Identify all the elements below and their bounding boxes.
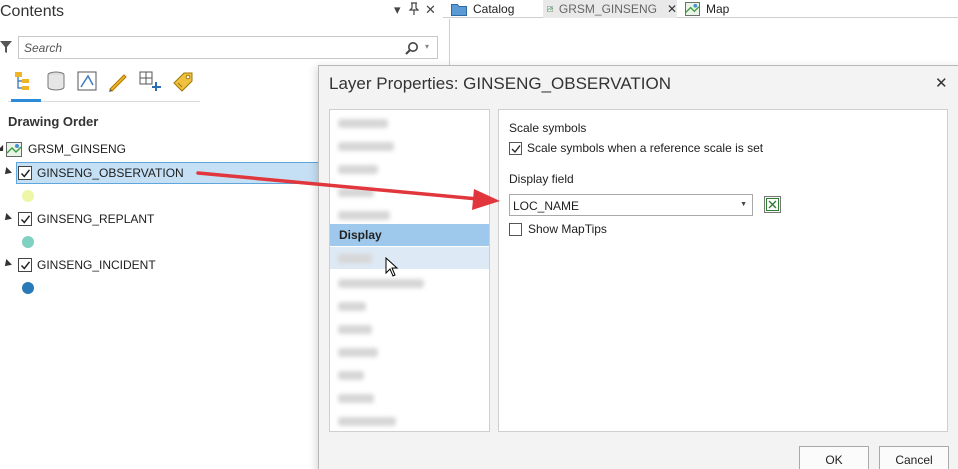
nav-item[interactable] bbox=[330, 341, 489, 363]
close-tab-icon[interactable]: ✕ bbox=[667, 2, 677, 16]
close-pane-icon[interactable]: ✕ bbox=[425, 2, 436, 18]
layer-expander-icon[interactable] bbox=[2, 259, 12, 269]
ok-button[interactable]: OK bbox=[799, 446, 869, 469]
layer-visibility-checkbox[interactable] bbox=[18, 166, 32, 180]
nav-item[interactable] bbox=[330, 364, 489, 386]
tab-label: Catalog bbox=[473, 2, 515, 16]
list-by-selection-icon[interactable] bbox=[74, 68, 100, 94]
chevron-down-icon[interactable]: ▼ bbox=[740, 201, 747, 208]
nav-item[interactable] bbox=[330, 135, 489, 157]
list-by-snapping-icon[interactable] bbox=[137, 68, 163, 94]
mouse-cursor-icon bbox=[385, 257, 399, 277]
map-node[interactable]: ◢ GRSM_GINSENG bbox=[0, 140, 126, 158]
map-icon bbox=[547, 6, 553, 12]
layer-name: GINSENG_INCIDENT bbox=[37, 258, 156, 272]
search-input[interactable] bbox=[24, 40, 394, 56]
layer-name: GINSENG_OBSERVATION bbox=[37, 166, 184, 180]
tab-map[interactable]: Map bbox=[685, 0, 745, 18]
view-tab-bar: Catalog GRSM_GINSENG ✕ Map bbox=[443, 0, 958, 18]
show-maptips-option[interactable]: Show MapTips bbox=[509, 222, 607, 236]
layer-properties-dialog: Layer Properties: GINSENG_OBSERVATION ✕ … bbox=[318, 65, 958, 469]
map-expander-icon[interactable]: ◢ bbox=[0, 143, 3, 152]
nav-item[interactable] bbox=[330, 387, 489, 409]
scale-symbols-label: Scale symbols when a reference scale is … bbox=[527, 141, 764, 155]
catalog-icon bbox=[451, 3, 467, 16]
layer-ginseng-incident[interactable]: GINSENG_INCIDENT bbox=[0, 254, 200, 276]
search-box[interactable]: ▾ bbox=[18, 36, 438, 59]
nav-item[interactable] bbox=[330, 318, 489, 340]
display-field-select[interactable]: LOC_NAME ▼ bbox=[509, 194, 753, 216]
layer-visibility-checkbox[interactable] bbox=[18, 212, 32, 226]
display-field-heading: Display field bbox=[509, 172, 574, 186]
search-icon[interactable] bbox=[405, 41, 419, 55]
point-symbol[interactable] bbox=[22, 190, 34, 202]
contents-toolbar bbox=[8, 66, 200, 102]
list-by-data-source-icon[interactable] bbox=[43, 68, 69, 94]
scale-symbols-heading: Scale symbols bbox=[509, 121, 587, 135]
show-maptips-label: Show MapTips bbox=[528, 222, 607, 236]
nav-item[interactable] bbox=[330, 181, 489, 203]
tab-catalog[interactable]: Catalog bbox=[451, 0, 541, 18]
pane-options-icon[interactable]: ▾ bbox=[394, 2, 401, 18]
map-icon bbox=[6, 141, 22, 157]
close-dialog-icon[interactable]: ✕ bbox=[935, 74, 948, 92]
layer-expander-icon[interactable] bbox=[2, 213, 12, 223]
nav-item[interactable] bbox=[330, 295, 489, 317]
nav-item[interactable] bbox=[330, 204, 489, 226]
nav-item[interactable] bbox=[330, 158, 489, 180]
layer-visibility-checkbox[interactable] bbox=[18, 258, 32, 272]
pin-icon[interactable] bbox=[408, 2, 420, 19]
search-options-icon[interactable]: ▾ bbox=[425, 42, 429, 51]
filter-icon[interactable] bbox=[0, 40, 12, 54]
search-bar: ▾ bbox=[0, 36, 440, 60]
scale-symbols-checkbox[interactable] bbox=[509, 141, 522, 155]
drawing-order-heading: Drawing Order bbox=[8, 114, 99, 129]
expression-button[interactable] bbox=[764, 196, 781, 213]
properties-nav-list: Display bbox=[329, 109, 490, 432]
layer-expander-icon[interactable] bbox=[2, 167, 12, 177]
display-settings-panel: Scale symbols Scale symbols when a refer… bbox=[498, 109, 948, 432]
list-by-editing-icon[interactable] bbox=[105, 68, 131, 94]
nav-item-display[interactable]: Display bbox=[330, 224, 489, 246]
dialog-title: Layer Properties: GINSENG_OBSERVATION bbox=[329, 74, 672, 93]
nav-item-label: Display bbox=[339, 228, 382, 242]
tab-grsm-ginseng[interactable]: GRSM_GINSENG ✕ bbox=[543, 0, 677, 18]
list-by-labeling-icon[interactable] bbox=[170, 68, 196, 94]
point-symbol[interactable] bbox=[22, 236, 34, 248]
scale-symbols-option[interactable]: Scale symbols when a reference scale is … bbox=[509, 141, 763, 155]
layer-name: GINSENG_REPLANT bbox=[37, 212, 155, 226]
tab-label: GRSM_GINSENG bbox=[558, 2, 657, 16]
show-maptips-checkbox[interactable] bbox=[509, 222, 522, 236]
map-view[interactable] bbox=[449, 19, 958, 65]
contents-title: Contents bbox=[0, 3, 65, 20]
map-icon bbox=[685, 2, 700, 16]
nav-item[interactable] bbox=[330, 272, 489, 294]
point-symbol[interactable] bbox=[22, 282, 34, 294]
cancel-button[interactable]: Cancel bbox=[879, 446, 949, 469]
nav-item[interactable] bbox=[330, 112, 489, 134]
map-name: GRSM_GINSENG bbox=[28, 142, 127, 156]
list-by-drawing-order-icon[interactable] bbox=[12, 68, 38, 94]
layer-ginseng-observation[interactable]: GINSENG_OBSERVATION bbox=[0, 162, 330, 184]
expression-icon bbox=[766, 198, 779, 211]
tab-label: Map bbox=[706, 2, 730, 16]
active-tool-indicator bbox=[11, 99, 41, 102]
layer-ginseng-replant[interactable]: GINSENG_REPLANT bbox=[0, 208, 200, 230]
display-field-value: LOC_NAME bbox=[513, 199, 580, 213]
nav-item[interactable] bbox=[330, 410, 489, 431]
nav-item[interactable] bbox=[330, 247, 489, 269]
